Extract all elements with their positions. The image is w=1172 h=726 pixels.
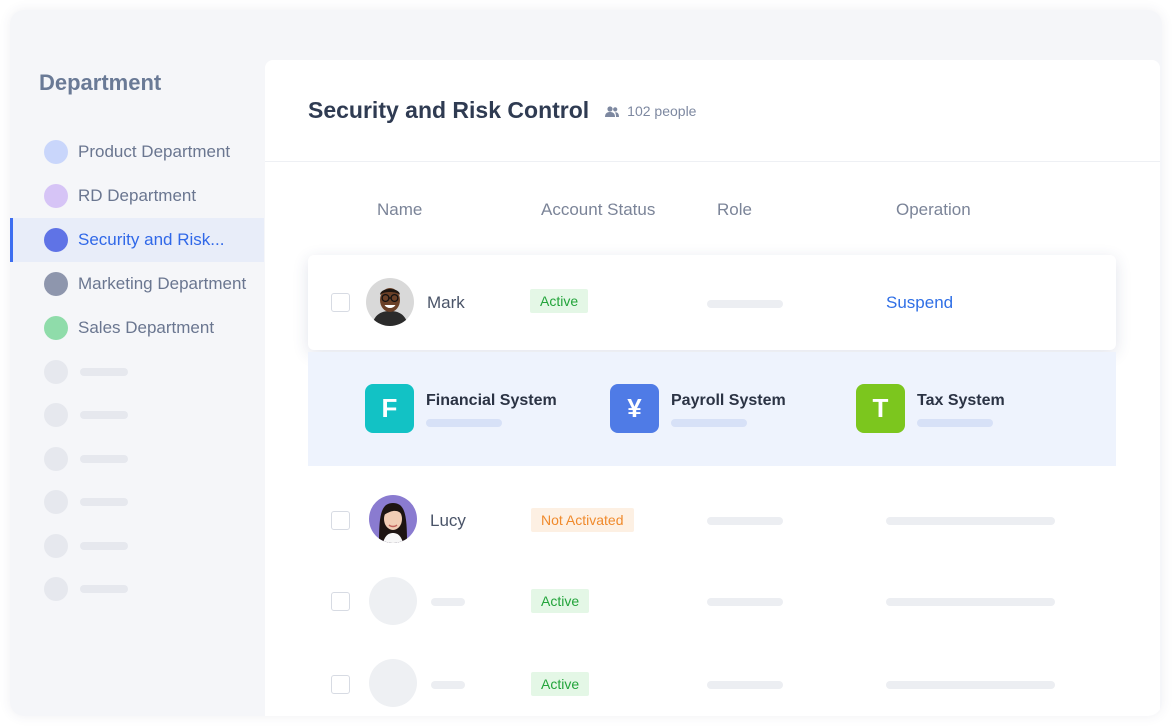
people-count: 102 people: [627, 102, 697, 119]
role-placeholder: [707, 300, 783, 308]
placeholder-bar: [80, 411, 128, 420]
financial-system-icon: F: [365, 384, 414, 433]
department-dot-icon: [44, 140, 68, 164]
column-header-name: Name: [377, 200, 423, 219]
column-header-status: Account Status: [541, 200, 656, 219]
table-header: Name Account Status Role Operation: [265, 200, 1160, 220]
sidebar-item-label: Security and Risk...: [78, 230, 225, 249]
system-placeholder-bar: [426, 419, 502, 427]
sidebar-item-label: Product Department: [78, 142, 231, 161]
role-placeholder: [707, 681, 783, 689]
department-dot-icon: [44, 272, 68, 296]
sidebar-placeholder-item: [10, 350, 264, 394]
placeholder-dot: [44, 533, 68, 558]
avatar: [366, 278, 414, 326]
avatar-placeholder: [369, 577, 417, 625]
people-icon: [605, 105, 620, 117]
table-row[interactable]: Mark Active Suspend: [308, 255, 1116, 350]
sidebar-placeholder-item: [10, 524, 264, 568]
user-name: Lucy: [430, 511, 466, 530]
status-badge: Not Activated: [531, 508, 634, 532]
department-dot-icon: [44, 316, 68, 340]
role-placeholder: [707, 517, 783, 525]
placeholder-dot: [44, 490, 68, 515]
placeholder-dot: [44, 403, 68, 428]
sidebar-item-sales[interactable]: Sales Department: [10, 306, 264, 350]
sidebar-item-label: RD Department: [78, 186, 197, 205]
main-panel: Security and Risk Control 102 people Nam…: [265, 60, 1160, 716]
placeholder-bar: [80, 541, 128, 550]
system-placeholder-bar: [671, 419, 747, 427]
system-name: Tax System: [917, 392, 1005, 409]
column-header-role: Role: [717, 200, 752, 219]
sidebar-placeholder-item: [10, 568, 264, 612]
department-list: Product Department RD Department Securit…: [10, 130, 264, 611]
column-header-operation: Operation: [896, 200, 971, 219]
status-badge: Active: [531, 672, 590, 696]
page-title: Security and Risk Control: [308, 97, 590, 123]
row-checkbox[interactable]: [331, 511, 350, 530]
operation-placeholder: [886, 517, 1055, 525]
name-placeholder: [431, 598, 465, 606]
sidebar-item-rd[interactable]: RD Department: [10, 174, 264, 218]
tax-system-icon: T: [856, 384, 905, 433]
row-checkbox[interactable]: [331, 592, 350, 611]
sidebar-title: Department: [39, 70, 162, 95]
row-checkbox[interactable]: [331, 293, 350, 312]
status-badge: Active: [531, 589, 590, 613]
placeholder-bar: [80, 585, 128, 594]
sidebar-item-security[interactable]: Security and Risk...: [10, 218, 264, 262]
role-placeholder: [707, 598, 783, 606]
operation-placeholder: [886, 598, 1055, 606]
user-name: Mark: [427, 293, 465, 312]
name-placeholder: [431, 681, 465, 689]
sidebar-item-marketing[interactable]: Marketing Department: [10, 262, 264, 306]
sidebar-placeholder-item: [10, 394, 264, 438]
department-dot-icon: [44, 228, 68, 252]
payroll-system-icon: ¥: [610, 384, 659, 433]
sidebar-item-label: Marketing Department: [78, 274, 247, 293]
system-placeholder-bar: [917, 419, 993, 427]
avatar-placeholder: [369, 659, 417, 707]
placeholder-dot: [44, 359, 68, 384]
sidebar-item-label: Sales Department: [78, 318, 215, 337]
avatar: [369, 495, 417, 543]
placeholder-dot: [44, 446, 68, 471]
app-frame: Department Product Department RD Departm…: [10, 10, 1162, 716]
department-dot-icon: [44, 184, 68, 208]
placeholder-dot: [44, 577, 68, 602]
panel-header: Security and Risk Control 102 people: [265, 60, 1160, 162]
systems-panel: F Financial System ¥ Payroll System T Ta…: [308, 352, 1116, 466]
sidebar-placeholder-item: [10, 481, 264, 525]
sidebar-item-product[interactable]: Product Department: [10, 130, 264, 174]
status-badge: Active: [530, 289, 589, 313]
operation-placeholder: [886, 681, 1055, 689]
placeholder-bar: [80, 498, 128, 507]
placeholder-bar: [80, 454, 128, 463]
department-sidebar: Department Product Department RD Departm…: [10, 10, 264, 716]
suspend-link[interactable]: Suspend: [886, 293, 953, 313]
sidebar-placeholder-item: [10, 437, 264, 481]
placeholder-bar: [80, 367, 128, 376]
row-checkbox[interactable]: [331, 675, 350, 694]
system-name: Payroll System: [671, 392, 786, 409]
system-name: Financial System: [426, 392, 557, 409]
